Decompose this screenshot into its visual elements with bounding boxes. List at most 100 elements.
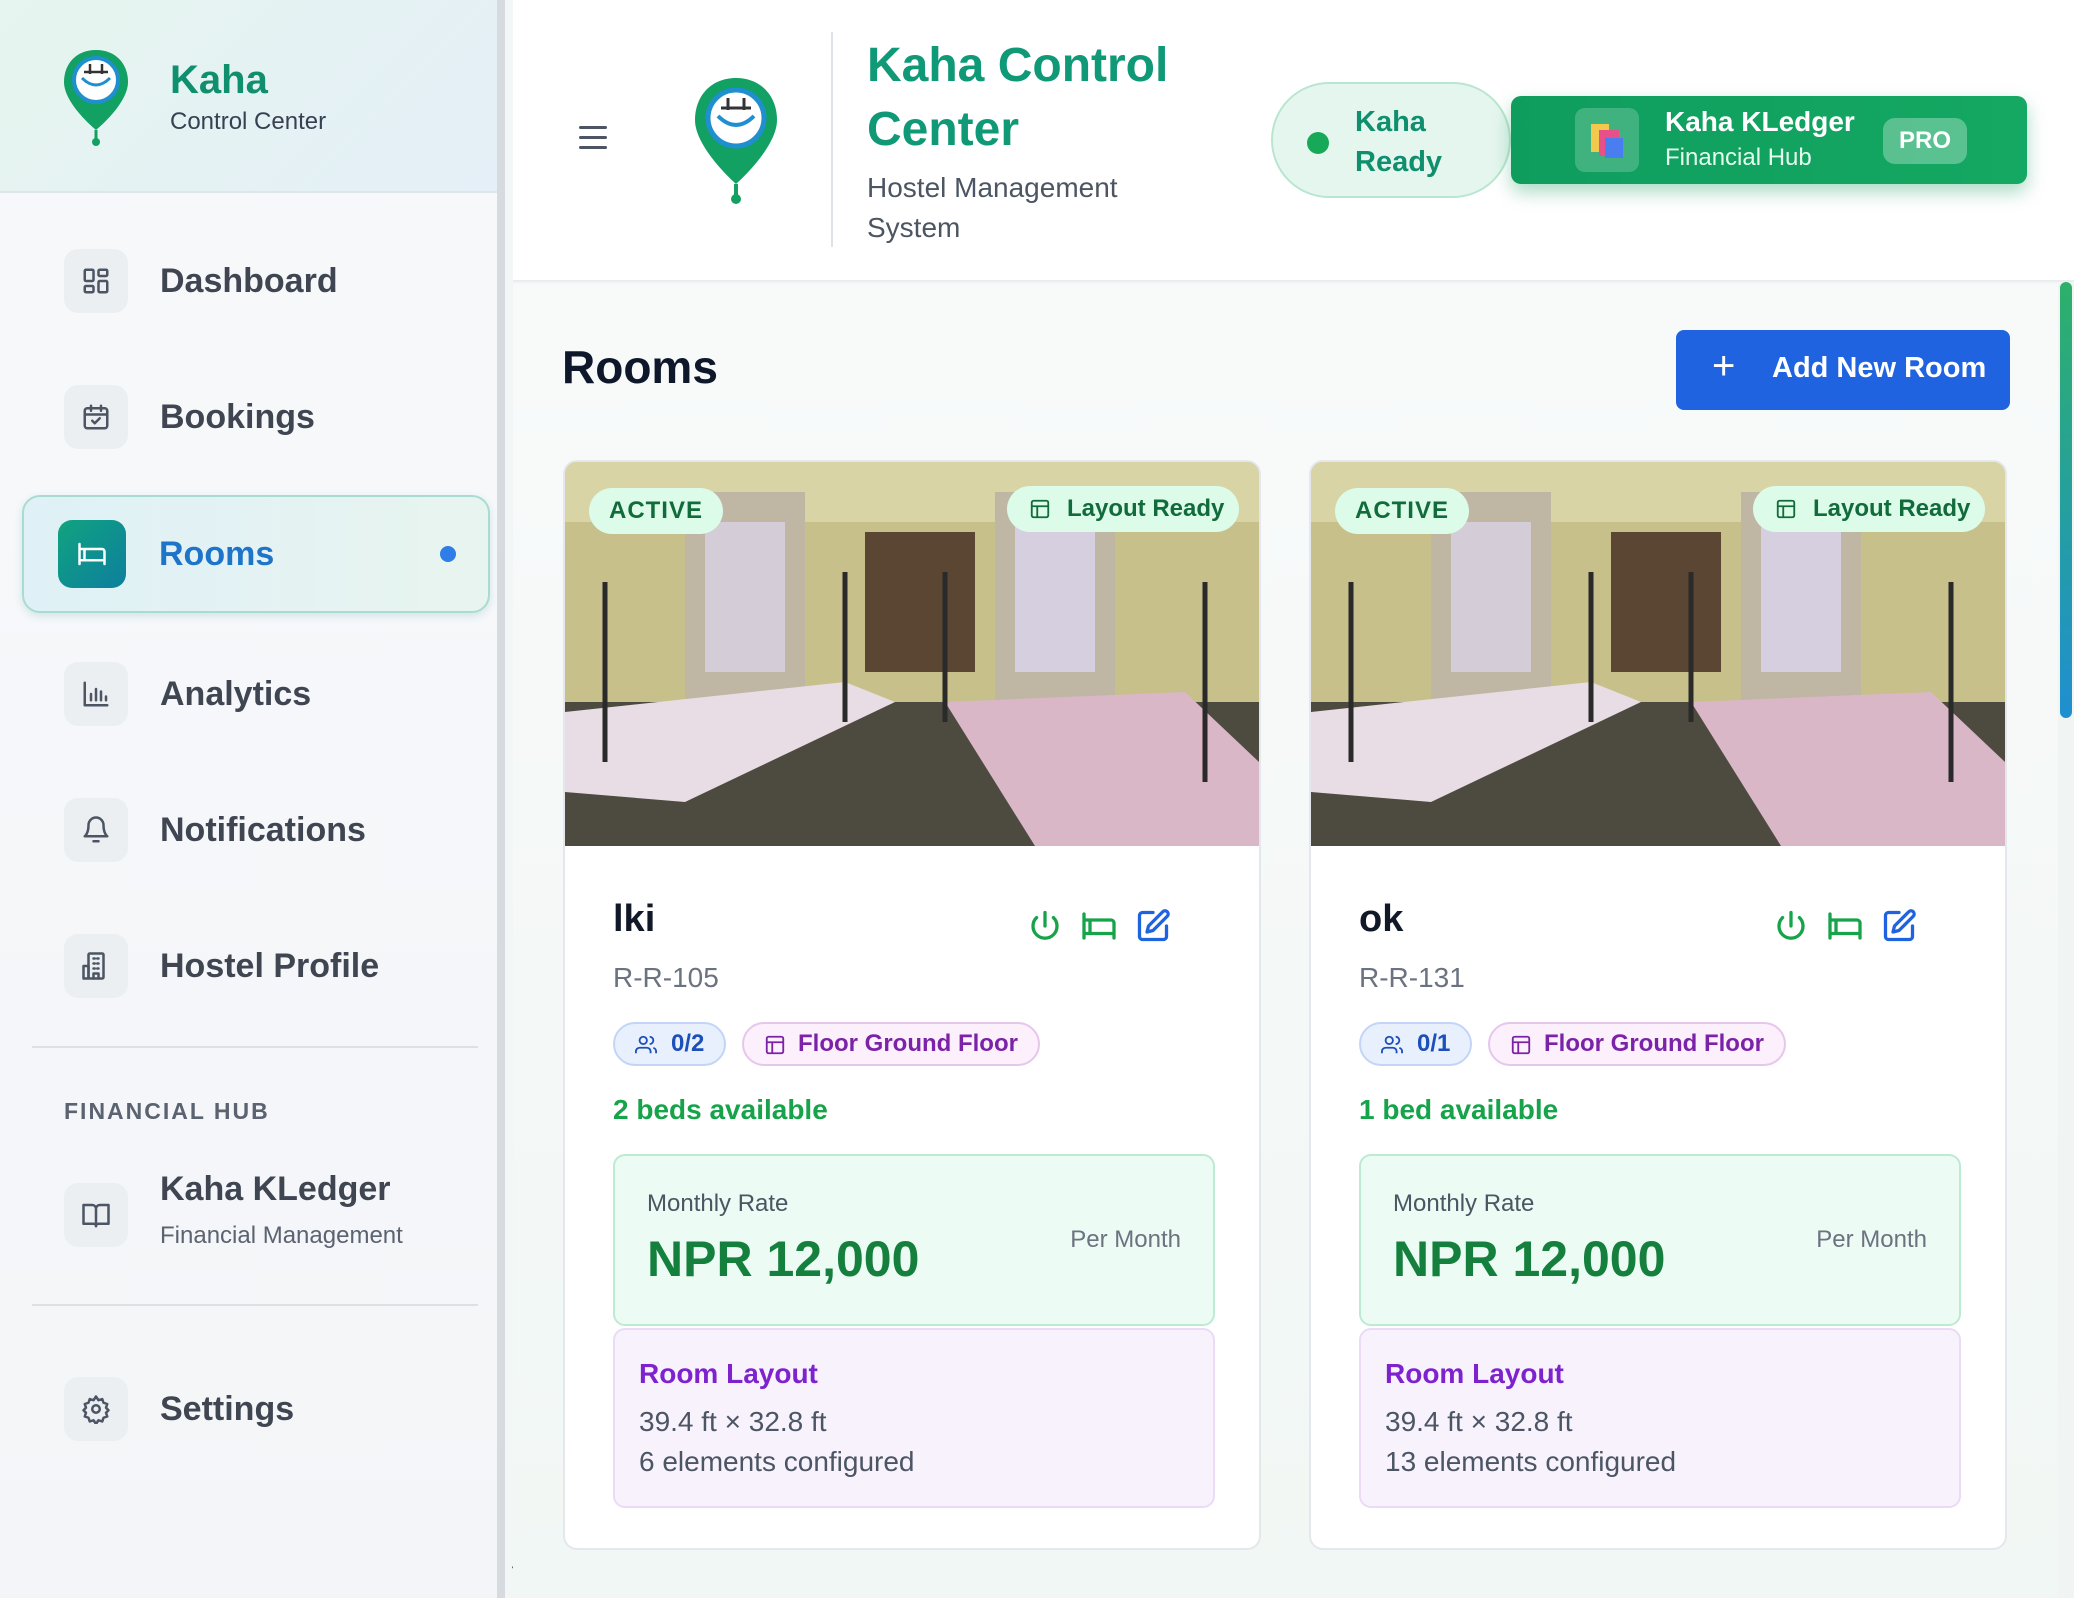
sidebar-item-sublabel: Financial Management	[160, 1222, 403, 1249]
monthly-rate-box: Monthly Rate NPR 12,000 Per Month	[613, 1154, 1215, 1326]
sidebar-brand-subtitle: Control Center	[170, 107, 327, 135]
layout-icon	[1511, 1035, 1531, 1055]
sidebar-item-analytics[interactable]: Analytics	[22, 635, 490, 753]
calendar-icon	[64, 385, 128, 449]
sidebar-item-label: Settings	[160, 1389, 295, 1428]
sidebar-item-rooms[interactable]: Rooms	[22, 495, 490, 613]
bell-icon	[64, 798, 128, 862]
sidebar-item-kledger[interactable]: Kaha KLedger Financial Management	[22, 1156, 490, 1274]
dashboard-icon	[64, 249, 128, 313]
room-photo: ACTIVE Layout Ready	[1311, 462, 2005, 846]
sidebar-item-label: Hostel Profile	[160, 946, 380, 985]
rate-period: Per Month	[1816, 1226, 1927, 1253]
sidebar-divider	[32, 1046, 478, 1048]
sidebar-section-label: FINANCIAL HUB	[64, 1098, 270, 1124]
room-photo: ACTIVE Layout Ready	[565, 462, 1259, 846]
power-toggle-icon[interactable]	[1027, 908, 1063, 944]
rate-label: Monthly Rate	[647, 1190, 789, 1217]
rate-label: Monthly Rate	[1393, 1190, 1535, 1217]
layout-dimensions: 39.4 ft × 32.8 ft	[1385, 1406, 1573, 1437]
sidebar-item-bookings[interactable]: Bookings	[22, 358, 490, 476]
beds-available: 2 beds available	[613, 1094, 828, 1125]
layout-ready-badge: Layout Ready	[1753, 486, 1985, 532]
occupancy-value: 0/1	[1417, 1030, 1451, 1057]
room-name: lki	[613, 898, 656, 940]
pro-badge: PRO	[1883, 118, 1967, 164]
kledger-button-subtitle: Financial Hub	[1665, 144, 1812, 171]
sidebar-item-label: Kaha KLedger	[160, 1170, 391, 1208]
floor-value: Floor Ground Floor	[1544, 1030, 1764, 1057]
layout-ready-label: Layout Ready	[1813, 495, 1971, 522]
room-code: R-R-105	[613, 962, 719, 993]
page-title: Rooms	[562, 341, 718, 393]
room-layout-box: Room Layout 39.4 ft × 32.8 ft 13 element…	[1359, 1328, 1961, 1508]
floor-value: Floor Ground Floor	[798, 1030, 1018, 1057]
app-title: Kaha Control Center	[867, 39, 1169, 156]
layout-elements: 6 elements configured	[639, 1446, 915, 1477]
edit-icon[interactable]	[1881, 908, 1917, 944]
room-layout-box: Room Layout 39.4 ft × 32.8 ft 6 elements…	[613, 1328, 1215, 1508]
bed-icon	[58, 520, 126, 588]
floor-chip: Floor Ground Floor	[742, 1022, 1040, 1066]
kledger-button-title: Kaha KLedger	[1665, 106, 1855, 137]
sidebar-item-label: Analytics	[160, 674, 312, 713]
gear-icon	[64, 1377, 128, 1441]
occupancy-chip: 0/1	[1359, 1022, 1473, 1066]
book-icon	[64, 1183, 128, 1247]
sidebar-brand-title: Kaha	[170, 57, 268, 102]
occupancy-value: 0/2	[671, 1030, 705, 1057]
rate-period: Per Month	[1070, 1226, 1181, 1253]
layout-elements: 13 elements configured	[1385, 1446, 1677, 1477]
kledger-button[interactable]: Kaha KLedger Financial Hub PRO	[1511, 96, 2027, 184]
status-text: Kaha Ready	[1355, 106, 1443, 178]
status-dot-icon	[1307, 132, 1329, 154]
sidebar-item-notifications[interactable]: Notifications	[22, 771, 490, 889]
status-badge: ACTIVE	[1335, 488, 1469, 534]
room-code: R-R-131	[1359, 962, 1465, 993]
scrollbar-thumb[interactable]	[2060, 282, 2072, 718]
header-divider	[831, 32, 833, 247]
kledger-books-icon	[1575, 108, 1639, 172]
monthly-rate-box: Monthly Rate NPR 12,000 Per Month	[1359, 1154, 1961, 1326]
room-card-1[interactable]: ACTIVE Layout Ready lki R-R-105 0/2 Floo…	[563, 460, 1261, 1550]
edit-icon[interactable]	[1135, 908, 1171, 944]
sidebar-item-dashboard[interactable]: Dashboard	[22, 222, 490, 340]
layout-ready-badge: Layout Ready	[1007, 486, 1239, 532]
room-name: ok	[1359, 898, 1404, 940]
floor-chip: Floor Ground Floor	[1488, 1022, 1786, 1066]
sidebar-header: Kaha Control Center	[0, 0, 497, 193]
sidebar-item-label: Bookings	[160, 397, 315, 436]
power-toggle-icon[interactable]	[1773, 908, 1809, 944]
top-header: Kaha Control Center Hostel Management Sy…	[513, 0, 2074, 282]
layout-icon	[1030, 499, 1050, 519]
layout-icon	[1776, 499, 1796, 519]
add-new-room-label: Add New Room	[1772, 352, 1987, 384]
rate-value: NPR 12,000	[647, 1231, 920, 1287]
bed-layout-icon[interactable]	[1827, 908, 1863, 944]
sidebar: Kaha Control Center Dashboard Bookings R…	[0, 0, 505, 1598]
room-card-2[interactable]: ACTIVE Layout Ready ok R-R-131 0/1 Floor…	[1309, 460, 2007, 1550]
building-icon	[64, 934, 128, 998]
layout-dimensions: 39.4 ft × 32.8 ft	[639, 1406, 827, 1437]
bed-layout-icon[interactable]	[1081, 908, 1117, 944]
layout-title: Room Layout	[1385, 1358, 1564, 1389]
sidebar-item-label: Rooms	[159, 534, 275, 573]
sidebar-item-hostel-profile[interactable]: Hostel Profile	[22, 907, 490, 1025]
kaha-logo-icon	[64, 49, 128, 146]
users-icon	[635, 1035, 657, 1054]
menu-toggle-icon[interactable]	[579, 126, 607, 152]
active-indicator-dot	[440, 546, 456, 562]
layout-ready-label: Layout Ready	[1067, 495, 1225, 522]
occupancy-chip: 0/2	[613, 1022, 727, 1066]
bar-chart-icon	[64, 662, 128, 726]
sidebar-divider	[32, 1304, 478, 1306]
users-icon	[1381, 1035, 1403, 1054]
sidebar-item-label: Notifications	[160, 810, 366, 849]
sidebar-item-settings[interactable]: Settings	[22, 1350, 490, 1468]
layout-icon	[765, 1035, 785, 1055]
add-new-room-button[interactable]: + Add New Room	[1676, 330, 2010, 410]
status-badge: ACTIVE	[589, 488, 723, 534]
app-subtitle: Hostel Management System	[867, 172, 1118, 243]
kaha-logo-icon	[695, 78, 777, 204]
status-badge: Kaha Ready	[1271, 82, 1511, 198]
